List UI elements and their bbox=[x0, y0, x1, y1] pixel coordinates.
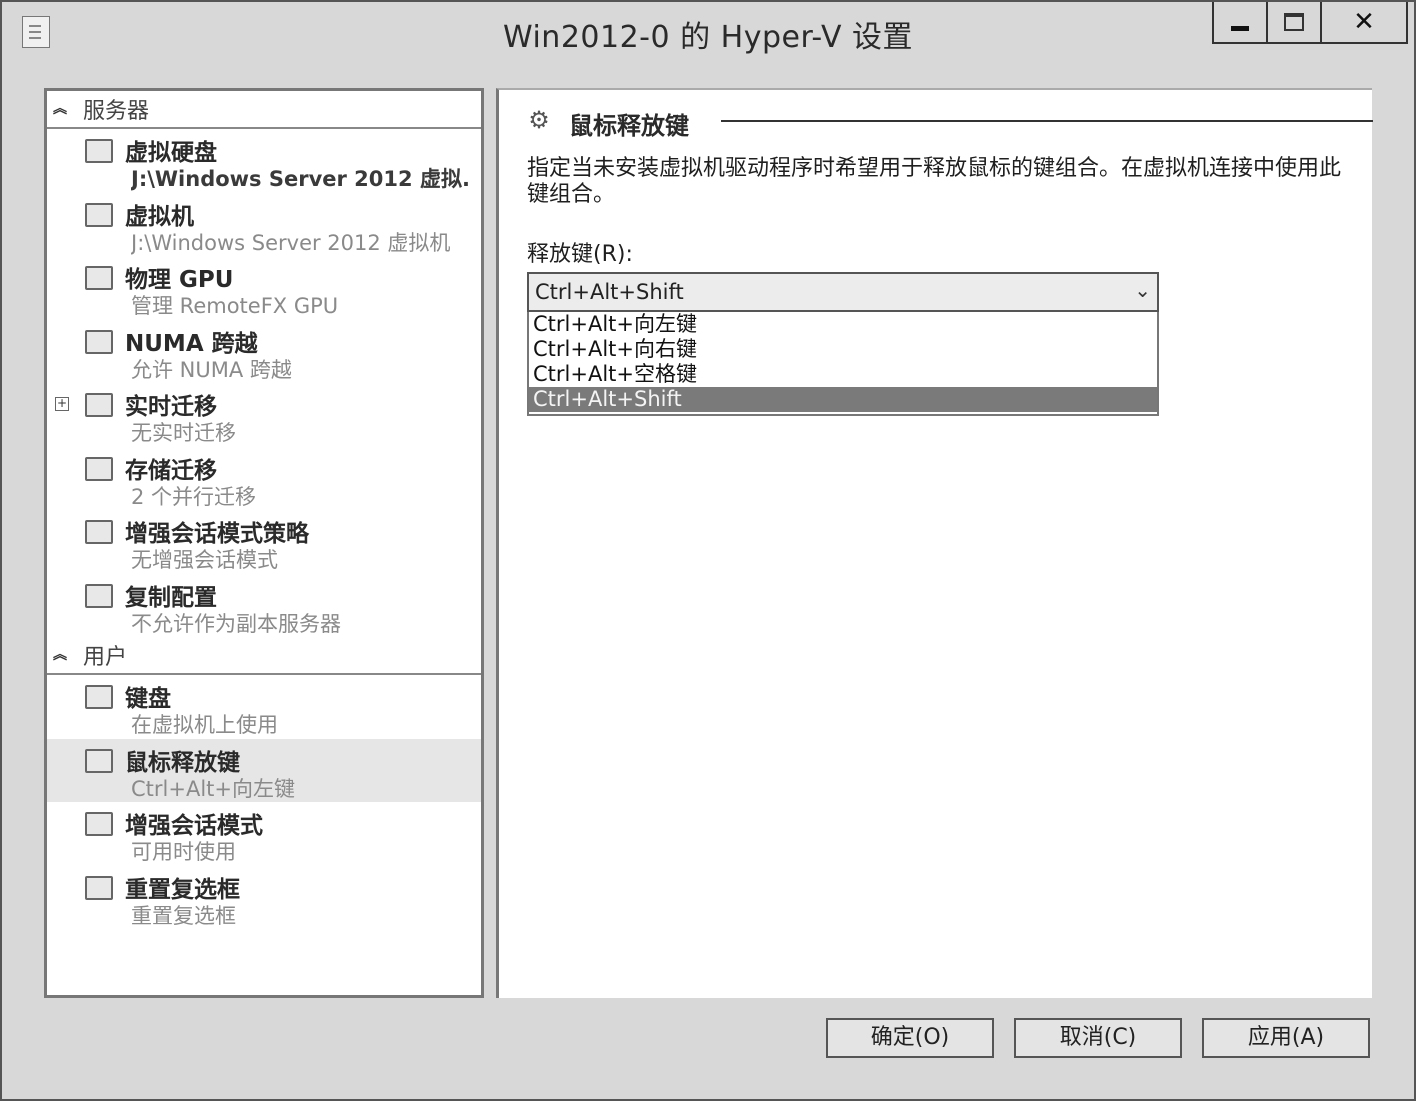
enhanced-session-icon bbox=[83, 808, 113, 838]
tree-item-title: 键盘 bbox=[125, 686, 171, 712]
tree-item[interactable]: 复制配置 不允许作为副本服务器 bbox=[47, 574, 481, 638]
tree-item-title: 虚拟机 bbox=[125, 203, 194, 230]
dropdown-option-highlighted[interactable]: Ctrl+Alt+Shift bbox=[529, 387, 1157, 412]
tree-item-subtitle: 在虚拟机上使用 bbox=[131, 713, 278, 737]
tree-item[interactable]: 键盘 在虚拟机上使用 bbox=[47, 675, 481, 739]
dropdown-option[interactable]: Ctrl+Alt+向右键 bbox=[529, 337, 1157, 362]
enhanced-session-policy-icon bbox=[83, 516, 113, 546]
tree-item[interactable]: 虚拟硬盘 J:\Windows Server 2012 虚拟... bbox=[47, 129, 481, 193]
tree-item[interactable]: + 实时迁移 无实时迁移 bbox=[47, 383, 481, 447]
minimize-icon bbox=[1231, 25, 1249, 31]
tree-item-title: 增强会话模式策略 bbox=[125, 521, 309, 547]
detail-header: ⚙ 鼠标释放键 bbox=[523, 104, 1373, 140]
expand-icon[interactable]: + bbox=[55, 397, 69, 411]
live-migration-icon bbox=[83, 389, 113, 419]
tree-item-subtitle: J:\Windows Server 2012 虚拟机 bbox=[131, 230, 451, 255]
header-divider bbox=[721, 120, 1373, 122]
dropdown-option[interactable]: Ctrl+Alt+空格键 bbox=[529, 362, 1157, 387]
title-bar: Win2012-0 的 Hyper-V 设置 ✕ bbox=[2, 2, 1414, 62]
tree-item[interactable]: 虚拟机 J:\Windows Server 2012 虚拟机 bbox=[47, 193, 481, 257]
cancel-button[interactable]: 取消(C) bbox=[1014, 1018, 1182, 1058]
tree-item[interactable]: NUMA 跨越 允许 NUMA 跨越 bbox=[47, 320, 481, 384]
settings-tree: ︽ 服务器 虚拟硬盘 J:\Windows Server 2012 虚拟... 虚拟… bbox=[44, 88, 484, 998]
release-key-select[interactable]: Ctrl+Alt+Shift ⌄ bbox=[527, 272, 1159, 312]
tree-item-title: 存储迁移 bbox=[125, 457, 217, 484]
settings-window: Win2012-0 的 Hyper-V 设置 ✕ ︽ 服务器 虚拟硬盘 J:\Wi… bbox=[0, 0, 1416, 1101]
tree-item-title: NUMA 跨越 bbox=[125, 330, 258, 357]
close-icon: ✕ bbox=[1353, 7, 1375, 37]
section-title-user: 用户 bbox=[83, 645, 128, 670]
tree-item-subtitle: 允许 NUMA 跨越 bbox=[131, 357, 292, 382]
virtual-machine-icon bbox=[83, 199, 113, 229]
window-controls: ✕ bbox=[1212, 2, 1408, 44]
keyboard-icon bbox=[83, 681, 113, 711]
detail-title: 鼠标释放键 bbox=[569, 112, 689, 140]
replication-icon bbox=[83, 580, 113, 610]
tree-item[interactable]: 增强会话模式策略 无增强会话模式 bbox=[47, 510, 481, 574]
section-header-user[interactable]: ︽ 用户 bbox=[47, 637, 481, 675]
ok-button[interactable]: 确定(O) bbox=[826, 1018, 994, 1058]
tree-item[interactable]: 重置复选框 重置复选框 bbox=[47, 866, 481, 930]
tree-item-title: 实时迁移 bbox=[125, 394, 217, 420]
tree-item-title: 虚拟硬盘 bbox=[125, 140, 217, 166]
gpu-icon bbox=[83, 262, 113, 292]
tree-item-title: 复制配置 bbox=[125, 584, 217, 611]
maximize-icon bbox=[1284, 13, 1304, 31]
tree-item-title: 重置复选框 bbox=[125, 876, 240, 903]
release-key-dropdown: Ctrl+Alt+向左键 Ctrl+Alt+向右键 Ctrl+Alt+空格键 C… bbox=[527, 312, 1159, 416]
numa-icon bbox=[83, 326, 113, 356]
mouse-release-icon bbox=[83, 745, 113, 775]
close-button[interactable]: ✕ bbox=[1320, 2, 1406, 42]
tree-item[interactable]: 鼠标释放键 Ctrl+Alt+向左键 bbox=[47, 738, 481, 802]
tree-item[interactable]: 物理 GPU 管理 RemoteFX GPU bbox=[47, 256, 481, 320]
tree-item-subtitle: 可用时使用 bbox=[131, 840, 236, 864]
storage-migration-icon bbox=[83, 453, 113, 483]
release-key-label: 释放键(R): bbox=[527, 242, 633, 267]
section-header-server[interactable]: ︽ 服务器 bbox=[47, 91, 481, 129]
minimize-button[interactable] bbox=[1214, 2, 1266, 42]
detail-description: 指定当未安装虚拟机驱动程序时希望用于释放鼠标的键组合。在虚拟机连接中使用此键组合… bbox=[527, 156, 1342, 207]
reset-checkbox-icon bbox=[83, 872, 113, 902]
tree-item-subtitle: 重置复选框 bbox=[131, 903, 236, 928]
mouse-release-icon: ⚙ bbox=[528, 106, 550, 134]
maximize-button[interactable] bbox=[1266, 2, 1320, 42]
tree-item-title: 增强会话模式 bbox=[125, 813, 263, 839]
detail-panel: ⚙ 鼠标释放键 指定当未安装虚拟机驱动程序时希望用于释放鼠标的键组合。在虚拟机连… bbox=[496, 88, 1373, 998]
tree-item-subtitle: 无增强会话模式 bbox=[131, 548, 278, 572]
tree-item-subtitle: 不允许作为副本服务器 bbox=[131, 611, 341, 636]
dropdown-option[interactable]: Ctrl+Alt+向左键 bbox=[529, 312, 1157, 337]
tree-item-subtitle: J:\Windows Server 2012 虚拟... bbox=[131, 167, 471, 191]
section-title-server: 服务器 bbox=[83, 99, 150, 124]
tree-item-subtitle: 管理 RemoteFX GPU bbox=[131, 294, 339, 318]
tree-item[interactable]: 存储迁移 2 个并行迁移 bbox=[47, 447, 481, 511]
tree-item-title: 物理 GPU bbox=[125, 267, 234, 293]
tree-item-subtitle: Ctrl+Alt+向左键 bbox=[131, 776, 295, 801]
tree-item[interactable]: 增强会话模式 可用时使用 bbox=[47, 802, 481, 866]
window-title: Win2012-0 的 Hyper-V 设置 bbox=[502, 20, 914, 55]
collapse-chevron-icon[interactable]: ︽ bbox=[53, 648, 83, 662]
collapse-chevron-icon[interactable]: ︽ bbox=[53, 102, 83, 116]
tree-item-subtitle: 无实时迁移 bbox=[131, 421, 236, 445]
release-key-selected-value: Ctrl+Alt+Shift bbox=[535, 280, 684, 304]
tree-item-subtitle: 2 个并行迁移 bbox=[131, 484, 257, 509]
apply-button[interactable]: 应用(A) bbox=[1202, 1018, 1370, 1058]
tree-item-title: 鼠标释放键 bbox=[125, 749, 240, 776]
hard-disk-icon bbox=[83, 135, 113, 165]
chevron-down-icon[interactable]: ⌄ bbox=[1134, 278, 1151, 302]
